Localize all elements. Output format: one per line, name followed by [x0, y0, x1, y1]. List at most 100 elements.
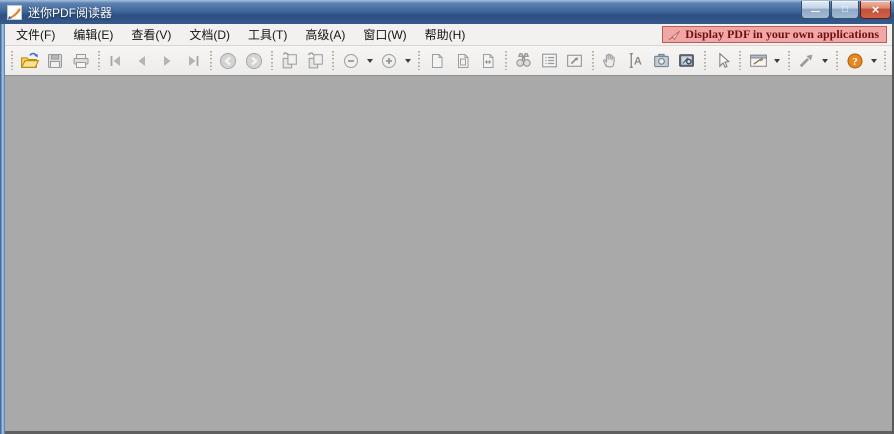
toolbar-separator [591, 51, 594, 70]
app-window: 迷你PDF阅读器 — □ × 文件(F) 编辑(E) 查看(V) 文档(D) 工… [0, 0, 894, 434]
actual-size-button[interactable] [424, 49, 450, 73]
close-button[interactable]: × [860, 1, 891, 19]
fit-page-button[interactable] [450, 49, 476, 73]
snapshot-button[interactable] [649, 49, 675, 73]
window-controls: — □ × [800, 1, 891, 19]
rotate-left-button[interactable] [277, 49, 303, 73]
select-text-button[interactable]: A [623, 49, 649, 73]
forward-circle-icon [246, 52, 263, 69]
text-select-icon: A [630, 52, 642, 69]
previous-page-button[interactable] [129, 49, 155, 73]
toolbar-separator [270, 51, 273, 70]
previous-page-icon [138, 55, 145, 66]
chevron-down-icon [366, 58, 373, 63]
back-circle-icon [220, 52, 237, 69]
maximize-icon: □ [842, 4, 848, 14]
chevron-down-icon [774, 58, 781, 63]
menu-item-tools[interactable]: 工具(T) [239, 24, 296, 45]
cursor-arrow-icon [719, 52, 731, 69]
window-pen-icon [749, 54, 767, 67]
page-fit-width-icon [483, 53, 494, 68]
box-arrow-icon [567, 54, 583, 67]
toolbar-separator [739, 51, 742, 70]
last-page-icon [188, 55, 199, 66]
maximize-button[interactable]: □ [831, 1, 859, 19]
toolbar-separator [418, 51, 421, 70]
open-button[interactable] [17, 49, 43, 73]
rotate-pages-left-icon [282, 52, 297, 69]
fit-width-button[interactable] [476, 49, 502, 73]
titlebar: 迷你PDF阅读器 — □ × [0, 0, 894, 24]
menu-item-view[interactable]: 查看(V) [122, 24, 180, 45]
toolbar-separator [505, 51, 508, 70]
zoom-in-icon [381, 53, 396, 68]
rotate-pages-right-icon [307, 52, 323, 69]
menu-item-advanced[interactable]: 高级(A) [296, 24, 354, 45]
last-page-button[interactable] [180, 49, 206, 73]
help-dropdown[interactable] [867, 49, 880, 73]
toolbar-separator [97, 51, 100, 70]
first-page-button[interactable] [104, 49, 130, 73]
select-annotation-button[interactable] [710, 49, 736, 73]
menu-item-help[interactable]: 帮助(H) [416, 24, 475, 45]
toolbar: A ? [5, 46, 892, 76]
chevron-down-icon [822, 58, 829, 63]
page-thumbnails-button[interactable] [537, 49, 563, 73]
rotate-right-button[interactable] [302, 49, 328, 73]
next-page-button[interactable] [155, 49, 181, 73]
next-view-button[interactable] [241, 49, 267, 73]
zoom-out-dropdown[interactable] [363, 49, 376, 73]
find-button[interactable] [511, 49, 537, 73]
arrow-plane-icon [668, 30, 681, 40]
link-tool-button[interactable] [794, 49, 820, 73]
page-actual-size-icon [432, 53, 443, 68]
toolbar-separator [835, 51, 838, 70]
toolbar-separator [209, 51, 212, 70]
minimize-icon: — [811, 6, 820, 16]
floppy-disk-icon [48, 53, 63, 68]
previous-view-button[interactable] [216, 49, 242, 73]
menu-item-document[interactable]: 文档(D) [180, 24, 239, 45]
help-button[interactable]: ? [842, 49, 868, 73]
help-question-icon: ? [847, 53, 863, 68]
open-folder-icon [21, 52, 40, 68]
zoom-in-dropdown[interactable] [402, 49, 415, 73]
full-screen-button[interactable] [562, 49, 588, 73]
ne-arrow-icon [799, 54, 813, 68]
link-tool-dropdown[interactable] [819, 49, 832, 73]
window-title: 迷你PDF阅读器 [28, 6, 113, 20]
zoom-in-button[interactable] [376, 49, 402, 73]
hand-tool-button[interactable] [598, 49, 624, 73]
document-viewport [5, 76, 892, 431]
toolbar-separator [884, 51, 887, 70]
menu-item-edit[interactable]: 编辑(E) [64, 24, 122, 45]
page-fit-icon [457, 53, 469, 68]
printer-icon [73, 53, 89, 68]
binoculars-icon [516, 53, 531, 67]
menu-item-file[interactable]: 文件(F) [7, 24, 64, 45]
window-body: 文件(F) 编辑(E) 查看(V) 文档(D) 工具(T) 高级(A) 窗口(W… [5, 24, 892, 431]
menu-item-window[interactable]: 窗口(W) [354, 24, 415, 45]
next-page-icon [164, 55, 171, 66]
print-button[interactable] [68, 49, 94, 73]
hand-icon [603, 53, 615, 68]
app-logo-icon [7, 5, 22, 20]
zoom-out-icon [343, 53, 358, 68]
annotate-button[interactable] [745, 49, 771, 73]
toolbar-separator [331, 51, 334, 70]
zoom-out-button[interactable] [338, 49, 364, 73]
toolbar-separator [787, 51, 790, 70]
magnifier-button[interactable] [674, 49, 700, 73]
promo-banner[interactable]: Display PDF in your own applications [662, 26, 887, 43]
list-panel-icon [541, 53, 557, 68]
toolbar-separator [703, 51, 706, 70]
dark-window-icon [679, 54, 695, 67]
menubar: 文件(F) 编辑(E) 查看(V) 文档(D) 工具(T) 高级(A) 窗口(W… [5, 24, 892, 46]
minimize-button[interactable]: — [801, 1, 830, 19]
camera-icon [654, 53, 669, 68]
annotate-dropdown[interactable] [771, 49, 784, 73]
svg-text:A: A [634, 56, 642, 68]
svg-text:?: ? [852, 55, 858, 67]
save-button[interactable] [43, 49, 69, 73]
chevron-down-icon [870, 58, 877, 63]
